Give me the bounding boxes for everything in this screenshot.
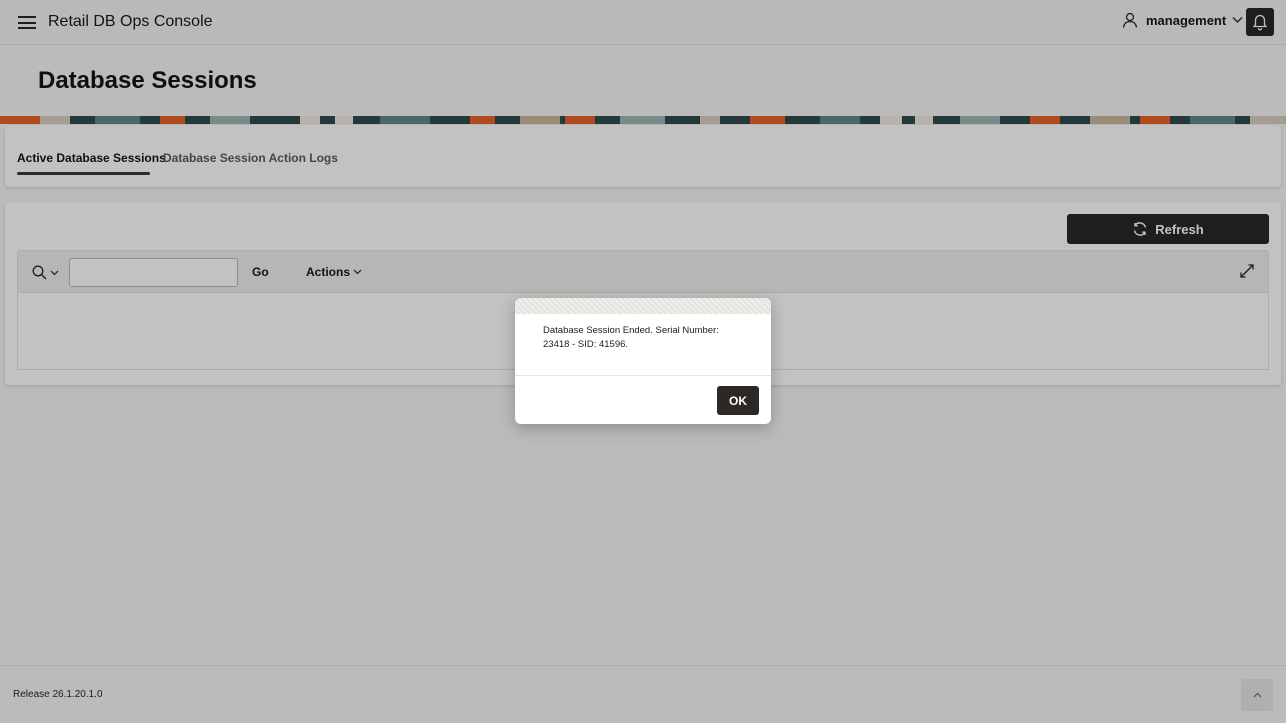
dialog-header-pattern xyxy=(515,298,771,314)
dialog-message: Database Session Ended. Serial Number: 2… xyxy=(543,325,719,350)
ok-button[interactable]: OK xyxy=(717,386,759,415)
alert-dialog: Database Session Ended. Serial Number: 2… xyxy=(515,298,771,424)
dialog-divider xyxy=(515,375,771,376)
